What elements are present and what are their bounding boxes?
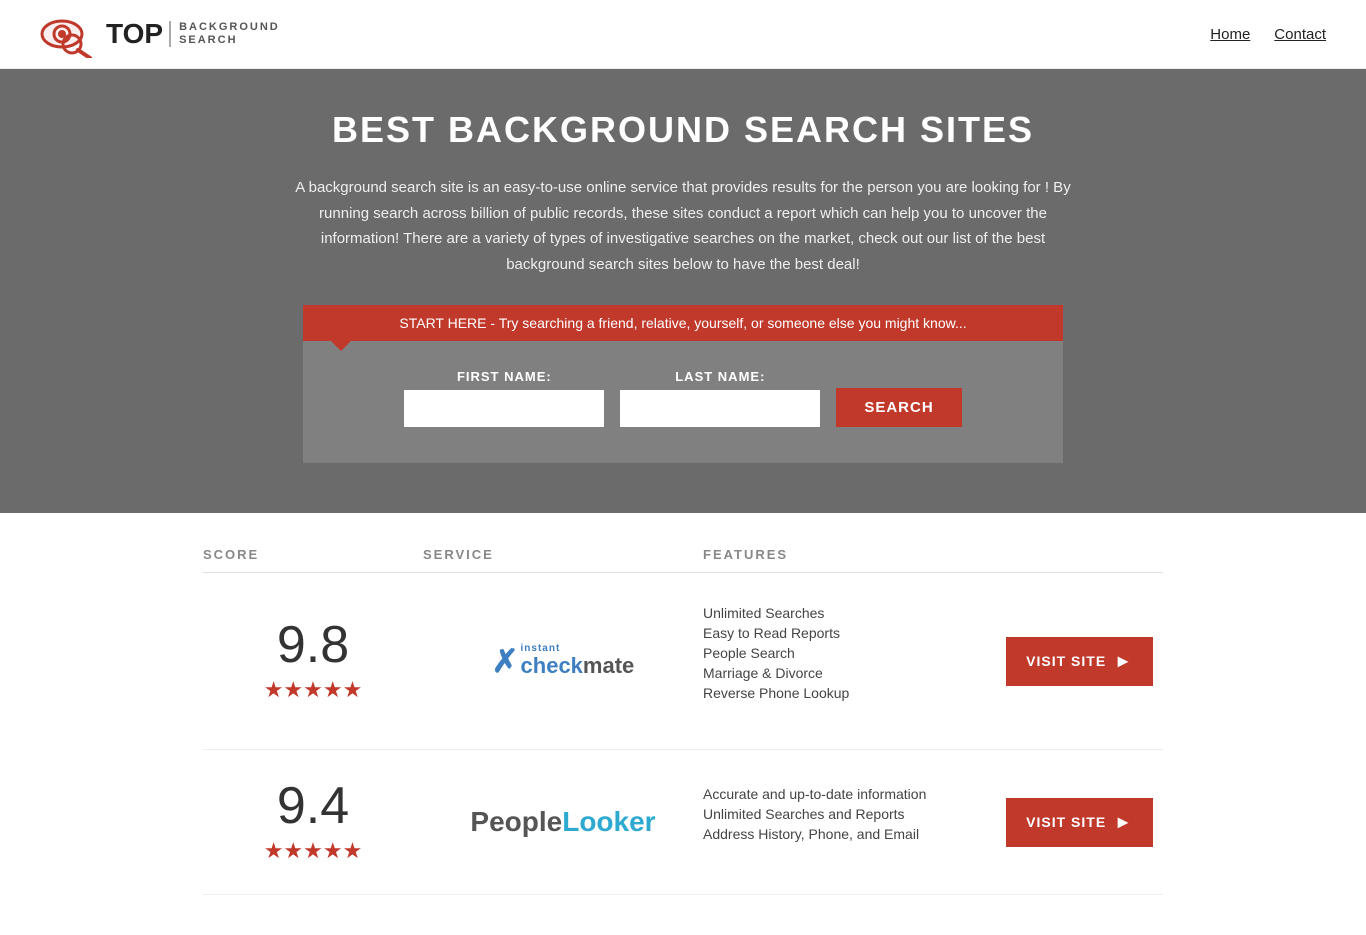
table-header: SCORE SERVICE FEATURES [203,533,1163,573]
feature-item: Reverse Phone Lookup [703,683,849,703]
first-name-label: FIRST NAME: [404,369,604,384]
col-service-header: SERVICE [423,547,703,562]
logo-subtitle2: SEARCH [179,34,280,47]
visit-arrow-1: ► [1114,651,1133,672]
checkmate-logo: ✗ instant checkmate [492,642,635,680]
logo-subtitle1: BACKGROUND [179,21,280,34]
feature-item: Accurate and up-to-date information [703,784,926,804]
stars-2: ★★★★★ [203,838,423,864]
feature-item: Easy to Read Reports [703,623,849,643]
checkmate-x-icon: ✗ [492,642,519,680]
features-visit-1: Unlimited Searches Easy to Read Reports … [703,603,1163,719]
score-value-1: 9.8 [203,619,423,671]
feature-item: Address History, Phone, and Email [703,824,926,844]
main-nav: Home Contact [1210,26,1326,43]
stars-1: ★★★★★ [203,677,423,703]
table-row: 9.4 ★★★★★ PeopleLooker Accurate and up-t… [203,750,1163,895]
hero-section: BEST BACKGROUND SEARCH SITES A backgroun… [0,69,1366,513]
last-name-input[interactable] [620,390,820,427]
looker-text: Looker [562,806,655,837]
page-header: TOP BACKGROUND SEARCH Home Contact [0,0,1366,69]
score-column-1: 9.8 ★★★★★ [203,619,423,703]
features-list-1: Unlimited Searches Easy to Read Reports … [703,603,849,719]
search-button[interactable]: SEARCH [836,388,961,427]
features-ul-2: Accurate and up-to-date information Unli… [703,784,926,844]
col-score-header: SCORE [203,547,423,562]
visit-wrapper-2: VISIT SITE ► [1006,798,1163,847]
feature-item: People Search [703,643,849,663]
logo-top-text: TOP [106,18,163,50]
logo: TOP BACKGROUND SEARCH [40,10,280,58]
checkmate-name-text: checkmate [521,654,635,678]
results-area: SCORE SERVICE FEATURES 9.8 ★★★★★ ✗ insta… [183,533,1183,935]
hero-title: BEST BACKGROUND SEARCH SITES [20,109,1346,151]
first-name-group: FIRST NAME: [404,369,604,427]
features-visit-2: Accurate and up-to-date information Unli… [703,784,1163,860]
search-banner: START HERE - Try searching a friend, rel… [303,305,1063,341]
search-form: FIRST NAME: LAST NAME: SEARCH [303,341,1063,463]
visit-label-2: VISIT SITE [1026,814,1106,830]
hero-description: A background search site is an easy-to-u… [293,175,1073,277]
service-logo-1: ✗ instant checkmate [423,632,703,690]
features-list-2: Accurate and up-to-date information Unli… [703,784,926,860]
visit-arrow-2: ► [1114,812,1133,833]
nav-contact[interactable]: Contact [1274,26,1326,43]
score-value-2: 9.4 [203,780,423,832]
search-banner-text: START HERE - Try searching a friend, rel… [399,315,966,331]
peoplelooker-logo: PeopleLooker [470,806,655,838]
last-name-label: LAST NAME: [620,369,820,384]
people-text: People [470,806,562,837]
features-ul-1: Unlimited Searches Easy to Read Reports … [703,603,849,703]
visit-site-button-1[interactable]: VISIT SITE ► [1006,637,1153,686]
table-row: 9.8 ★★★★★ ✗ instant checkmate Unlimited … [203,573,1163,750]
feature-item: Unlimited Searches [703,603,849,623]
last-name-group: LAST NAME: [620,369,820,427]
service-logo-2: PeopleLooker [423,796,703,848]
first-name-input[interactable] [404,390,604,427]
logo-icon [40,10,98,58]
col-features-header: FEATURES [703,547,1163,562]
feature-item: Unlimited Searches and Reports [703,804,926,824]
peoplelooker-text: PeopleLooker [470,806,655,837]
visit-site-button-2[interactable]: VISIT SITE ► [1006,798,1153,847]
score-column-2: 9.4 ★★★★★ [203,780,423,864]
nav-home[interactable]: Home [1210,26,1250,43]
visit-wrapper-1: VISIT SITE ► [1006,637,1163,686]
visit-label-1: VISIT SITE [1026,653,1106,669]
feature-item: Marriage & Divorce [703,663,849,683]
checkmate-brand: instant checkmate [521,643,635,678]
